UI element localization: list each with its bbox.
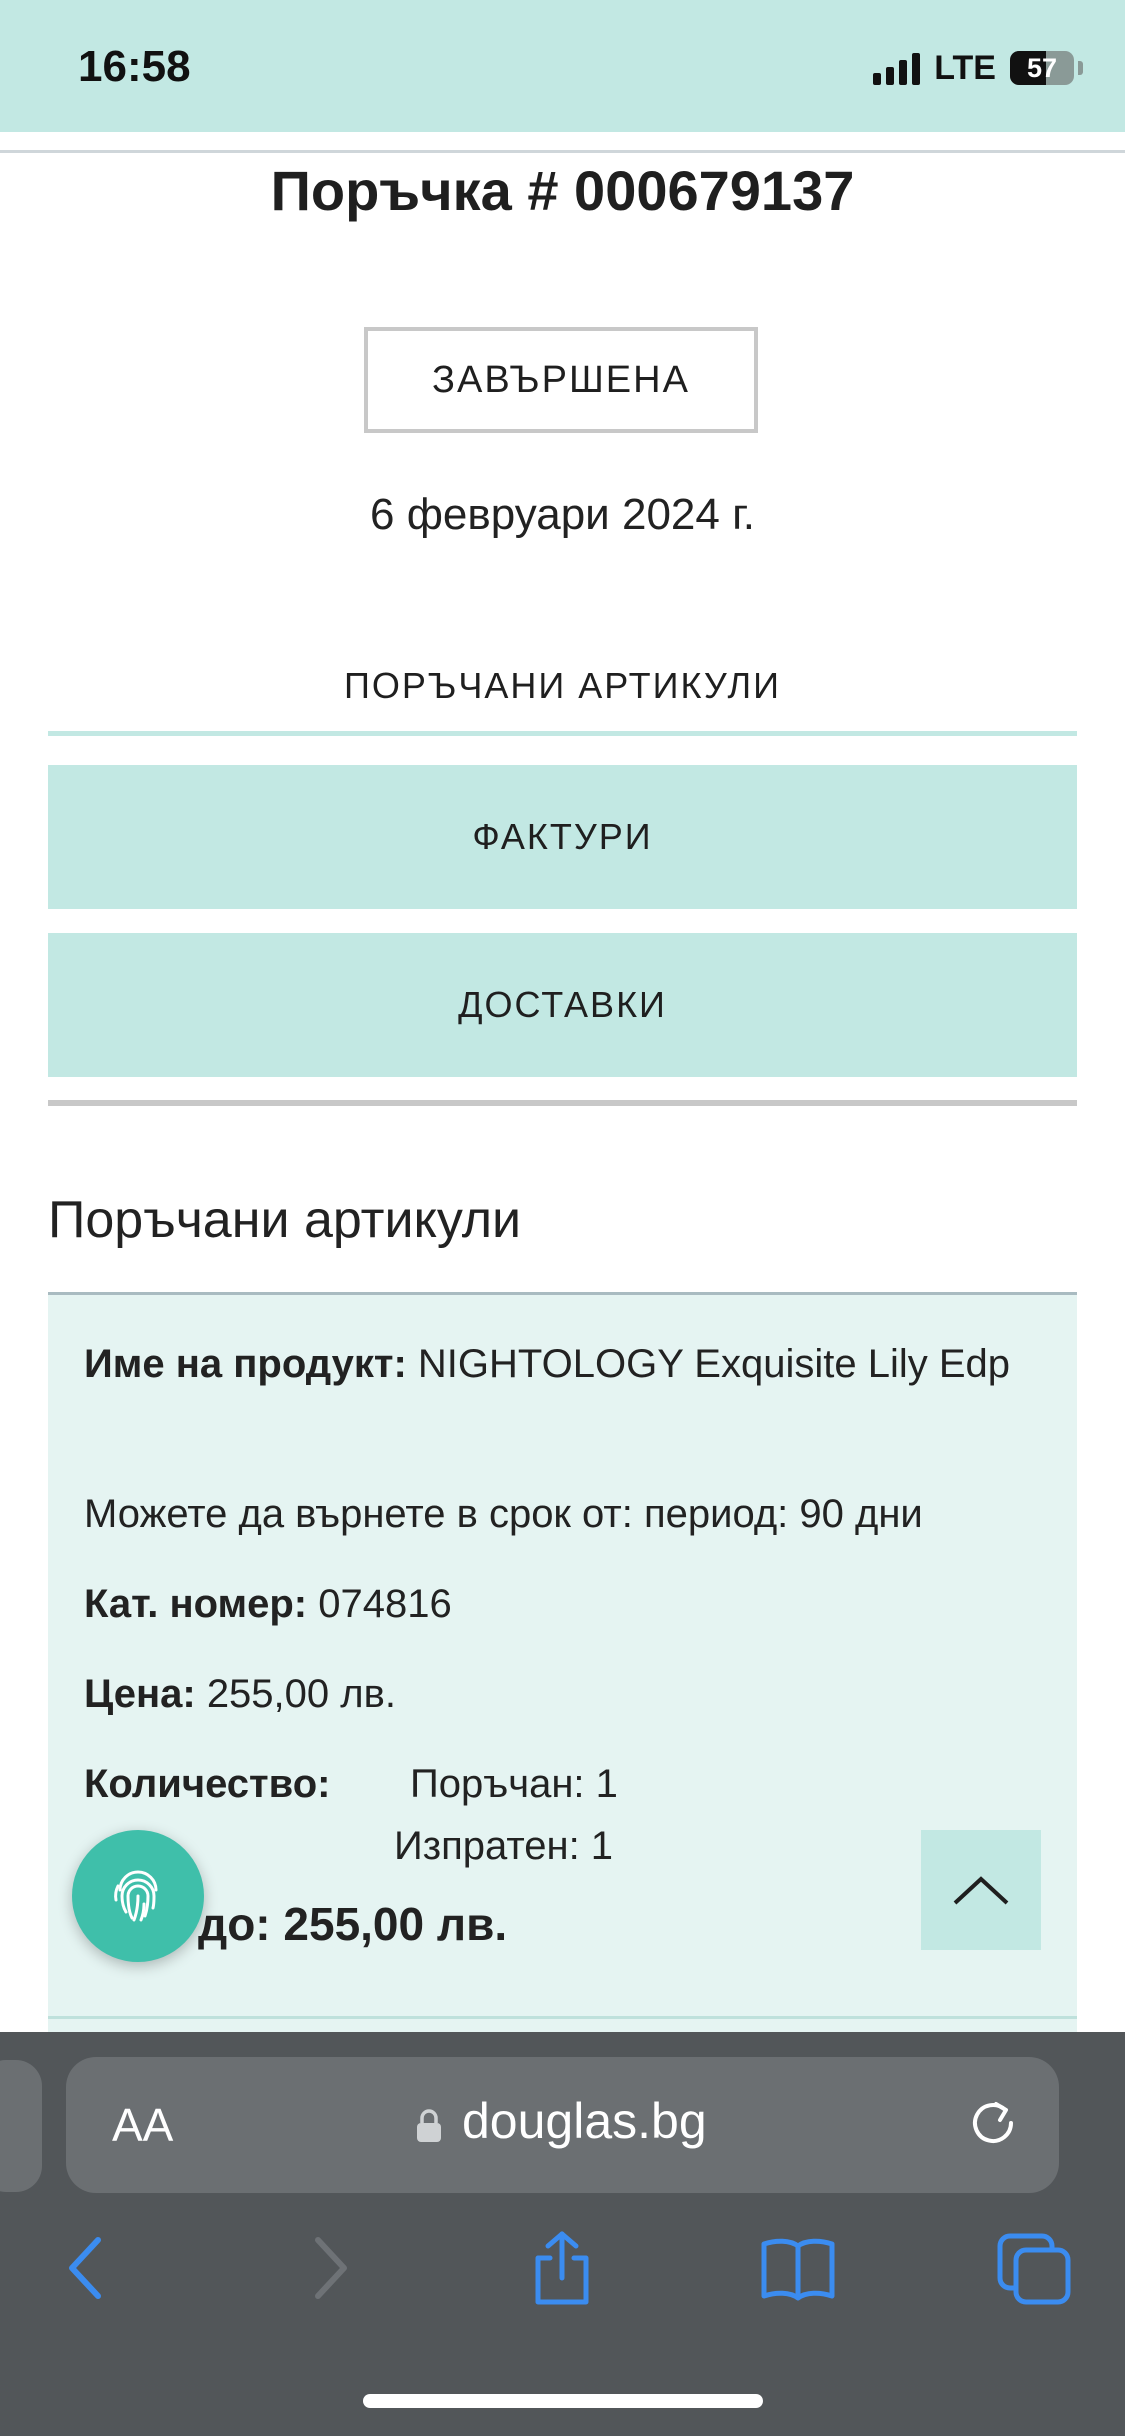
lock-icon [417, 2109, 441, 2142]
home-indicator[interactable] [363, 2394, 763, 2408]
section-heading: Поръчани артикули [48, 1191, 522, 1249]
previous-tab-preview[interactable] [0, 2060, 42, 2192]
total-label: до: [198, 1898, 271, 1950]
product-name-value: NIGHTOLOGY Exquisite Lily Edp [417, 1342, 1010, 1386]
network-label: LTE [934, 48, 996, 87]
price-value: 255,00 лв. [206, 1672, 396, 1716]
quantity-label-text: Количество: [84, 1762, 331, 1806]
battery-icon: 57 [1010, 51, 1074, 85]
catalog-number-value: 074816 [318, 1582, 452, 1626]
quantity-label: Количество: [84, 1755, 330, 1813]
status-bar: 16:58 LTE 57 [0, 0, 1125, 132]
reload-icon[interactable] [966, 2096, 1020, 2150]
reader-settings-button[interactable]: AA [112, 2098, 173, 2152]
tab-deliveries[interactable]: ДОСТАВКИ [48, 933, 1077, 1077]
tab-ordered-items[interactable]: ПОРЪЧАНИ АРТИКУЛИ [48, 640, 1077, 736]
battery-cap [1078, 61, 1083, 75]
tabs-icon[interactable] [994, 2228, 1074, 2308]
bookmarks-icon[interactable] [758, 2228, 838, 2308]
status-time: 16:58 [78, 42, 191, 91]
product-name-label: Име на продукт: [84, 1342, 407, 1386]
return-period: Можете да върнете в срок от: период: 90 … [84, 1492, 923, 1536]
url-text[interactable]: douglas.bg [462, 2092, 707, 2150]
price: Цена: 255,00 лв. [84, 1665, 396, 1723]
page-title: Поръчка # 000679137 [270, 159, 855, 222]
chevron-up-icon [953, 1876, 1009, 1905]
back-icon[interactable] [46, 2228, 126, 2308]
order-date: 6 февруари 2024 г. [370, 490, 755, 539]
total-value: 255,00 лв. [283, 1898, 508, 1950]
forward-icon[interactable] [290, 2228, 370, 2308]
catalog-number: Кат. номер: 074816 [84, 1575, 452, 1633]
fingerprint-icon [114, 1870, 158, 1922]
status-indicators: LTE 57 [873, 46, 1083, 90]
divider [0, 150, 1125, 153]
divider [48, 2016, 1077, 2019]
fingerprint-button[interactable] [72, 1830, 204, 1962]
quantity-ordered: Поръчан: 1 [410, 1762, 618, 1806]
signal-icon [873, 51, 921, 85]
aa-text: AA [112, 2099, 174, 2151]
tab-invoices[interactable]: ФАКТУРИ [48, 765, 1077, 909]
status-badge: ЗАВЪРШЕНА [364, 327, 758, 433]
quantity-shipped: Изпратен: 1 [394, 1824, 614, 1868]
share-icon[interactable] [522, 2228, 602, 2308]
catalog-number-label: Кат. номер: [84, 1582, 308, 1626]
battery-level: 57 [1026, 52, 1058, 83]
product-name: Име на продукт: NIGHTOLOGY Exquisite Lil… [84, 1335, 1034, 1393]
price-label: Цена: [84, 1672, 196, 1716]
scroll-to-top-button[interactable] [921, 1830, 1041, 1950]
divider [48, 1100, 1077, 1106]
total: до: 255,00 лв. [198, 1895, 507, 1953]
